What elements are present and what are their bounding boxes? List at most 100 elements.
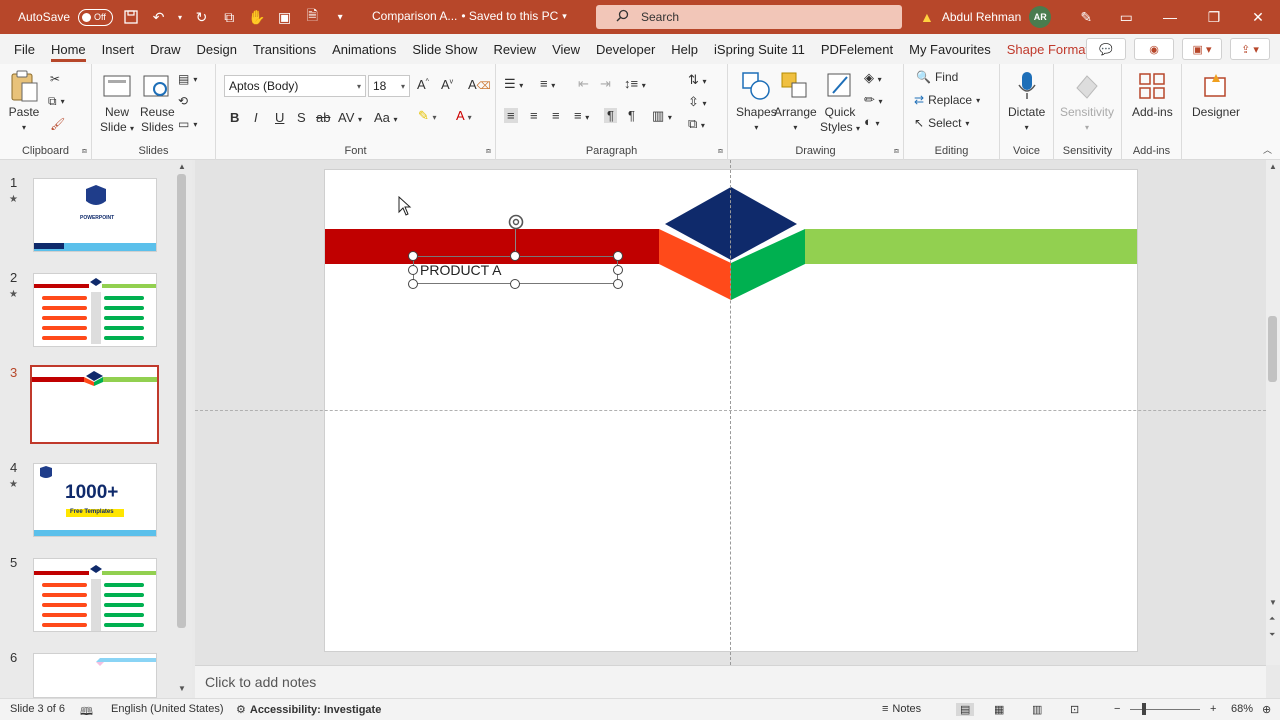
tab-insert[interactable]: Insert: [94, 34, 143, 64]
slide-sorter-icon[interactable]: ▦: [994, 703, 1004, 716]
arrange-button[interactable]: Arrange ▾: [774, 70, 817, 135]
drawing-launcher-icon[interactable]: ⧈: [894, 146, 899, 156]
tab-home[interactable]: Home: [43, 34, 94, 64]
resize-handle-top[interactable]: [510, 251, 520, 261]
redo-icon[interactable]: ↻: [192, 6, 212, 28]
zoom-slider-knob[interactable]: [1142, 703, 1146, 715]
italic-icon[interactable]: I: [254, 110, 258, 125]
zoom-slider[interactable]: [1130, 709, 1200, 710]
scroll-down-icon[interactable]: ▼: [1269, 598, 1277, 607]
new-slide-button[interactable]: New Slide ▾: [100, 70, 134, 136]
copy-icon[interactable]: ⧉ ▾: [48, 94, 65, 109]
tab-slide-show[interactable]: Slide Show: [404, 34, 485, 64]
present-teams-icon[interactable]: ▣ ▾: [1182, 38, 1222, 60]
slide-thumbnail-1[interactable]: POWERPOINT: [33, 178, 157, 252]
record-icon[interactable]: ◉: [1134, 38, 1174, 60]
resize-handle-left[interactable]: [408, 265, 418, 275]
shadow-icon[interactable]: S: [297, 110, 306, 125]
slide-thumbnail-3[interactable]: [30, 365, 159, 444]
shape-fill-icon[interactable]: ◈ ▾: [864, 70, 882, 86]
tab-view[interactable]: View: [544, 34, 588, 64]
tab-shape-format[interactable]: Shape Format: [999, 34, 1097, 64]
editor-scrollbar[interactable]: ▲ ▼ ⏶ ⏷: [1266, 160, 1280, 665]
format-painter-icon[interactable]: 🖌: [50, 117, 65, 131]
present-icon[interactable]: ⧉: [219, 6, 239, 28]
font-launcher-icon[interactable]: ⧈: [486, 146, 491, 156]
sensitivity-button[interactable]: Sensitivity ▾: [1060, 70, 1114, 135]
align-right-icon[interactable]: ≡: [552, 108, 560, 123]
tab-help[interactable]: Help: [663, 34, 706, 64]
resize-handle-bottom[interactable]: [510, 279, 520, 289]
scroll-down-icon[interactable]: ▼: [178, 684, 186, 693]
reset-icon[interactable]: ⟲: [178, 94, 188, 108]
restore-icon[interactable]: ❐: [1192, 0, 1236, 34]
scroll-up-icon[interactable]: ▲: [178, 162, 186, 171]
tab-design[interactable]: Design: [189, 34, 245, 64]
spelling-icon[interactable]: 🕮: [80, 703, 93, 720]
section-icon[interactable]: ▭ ▾: [178, 117, 197, 131]
paste-button[interactable]: Paste ▾: [8, 70, 40, 135]
next-slide-icon[interactable]: ⏷: [1269, 630, 1275, 640]
align-center-icon[interactable]: ≡: [530, 108, 538, 123]
increase-indent-icon[interactable]: ⇥: [600, 76, 611, 92]
change-case-icon[interactable]: Aa ▾: [374, 110, 398, 125]
tab-file[interactable]: File: [6, 34, 43, 64]
strikethrough-icon[interactable]: ab: [316, 110, 330, 125]
tab-my-favourites[interactable]: My Favourites: [901, 34, 999, 64]
autosave-toggle[interactable]: Off: [78, 8, 113, 26]
increase-font-icon[interactable]: A^: [417, 77, 429, 92]
decrease-font-icon[interactable]: Av: [441, 77, 453, 92]
minimize-icon[interactable]: —: [1148, 0, 1192, 34]
slide-thumbnail-5[interactable]: [33, 558, 157, 632]
smartart-icon[interactable]: ⧉ ▾: [688, 116, 705, 132]
rtl-icon[interactable]: ¶: [604, 108, 617, 123]
share-icon[interactable]: ⇪ ▾: [1230, 38, 1270, 60]
customize-qat-icon[interactable]: ▾: [330, 6, 350, 28]
layout-icon[interactable]: ▤ ▾: [178, 72, 197, 86]
previous-slide-icon[interactable]: ⏶: [1269, 614, 1275, 624]
notes-placeholder[interactable]: Click to add notes: [205, 674, 316, 690]
font-family-select[interactable]: Aptos (Body) ▾: [224, 75, 366, 97]
notes-button[interactable]: ≡ Notes: [882, 703, 921, 715]
tab-review[interactable]: Review: [485, 34, 544, 64]
reuse-slides-button[interactable]: Reuse Slides: [140, 70, 175, 135]
save-icon[interactable]: [121, 6, 141, 28]
dictate-button[interactable]: Dictate ▾: [1008, 70, 1045, 135]
touch-mode-icon[interactable]: ✋: [247, 6, 267, 28]
quick-styles-button[interactable]: Quick Styles ▾: [820, 70, 860, 136]
find-button[interactable]: 🔍 Find: [916, 70, 958, 84]
normal-view-icon[interactable]: ▤: [956, 703, 975, 716]
tab-pdfelement[interactable]: PDFelement: [813, 34, 901, 64]
collapse-ribbon-icon[interactable]: ︿: [1263, 143, 1272, 156]
scroll-up-icon[interactable]: ▲: [1269, 162, 1277, 171]
undo-icon[interactable]: ↶: [149, 6, 169, 28]
accessibility-button[interactable]: ⚙ Accessibility: Investigate: [236, 703, 381, 717]
addins-button[interactable]: Add-ins: [1132, 70, 1173, 120]
search-box[interactable]: Search: [596, 5, 902, 29]
fit-slide-icon[interactable]: ⊕: [1262, 703, 1271, 716]
zoom-out-icon[interactable]: −: [1114, 703, 1120, 715]
slide-thumbnail-6[interactable]: [33, 653, 157, 698]
ribbon-display-icon[interactable]: ▭: [1115, 6, 1137, 28]
warning-icon[interactable]: ▲: [920, 9, 934, 25]
tab-animations[interactable]: Animations: [324, 34, 404, 64]
resize-handle-top-right[interactable]: [613, 251, 623, 261]
document-title[interactable]: Comparison A... • Saved to this PC ▾: [372, 9, 567, 23]
reading-view-icon[interactable]: ▥: [1032, 703, 1042, 716]
language-indicator[interactable]: English (United States): [111, 703, 224, 715]
slide-thumbnail-4[interactable]: 1000+ Free Templates: [33, 463, 157, 537]
resize-handle-bottom-left[interactable]: [408, 279, 418, 289]
shape-effects-icon[interactable]: ◐ ▾: [864, 114, 879, 129]
font-color-icon[interactable]: A ▾: [456, 108, 472, 123]
select-button[interactable]: ↖ Select ▾: [914, 116, 969, 130]
avatar[interactable]: AR: [1029, 6, 1052, 28]
replace-button[interactable]: ⇄ Replace ▾: [914, 93, 980, 107]
pen-icon[interactable]: ✎: [1075, 6, 1097, 28]
tab-ispring[interactable]: iSpring Suite 11: [706, 34, 813, 64]
undo-dropdown-icon[interactable]: ▾: [176, 6, 183, 28]
shapes-button[interactable]: Shapes ▾: [736, 70, 777, 135]
line-spacing-icon[interactable]: ↕≡ ▾: [624, 76, 646, 91]
green-banner[interactable]: [805, 229, 1138, 264]
product-a-text[interactable]: PRODUCT A: [420, 262, 501, 278]
character-spacing-icon[interactable]: AV ▾: [338, 110, 362, 125]
